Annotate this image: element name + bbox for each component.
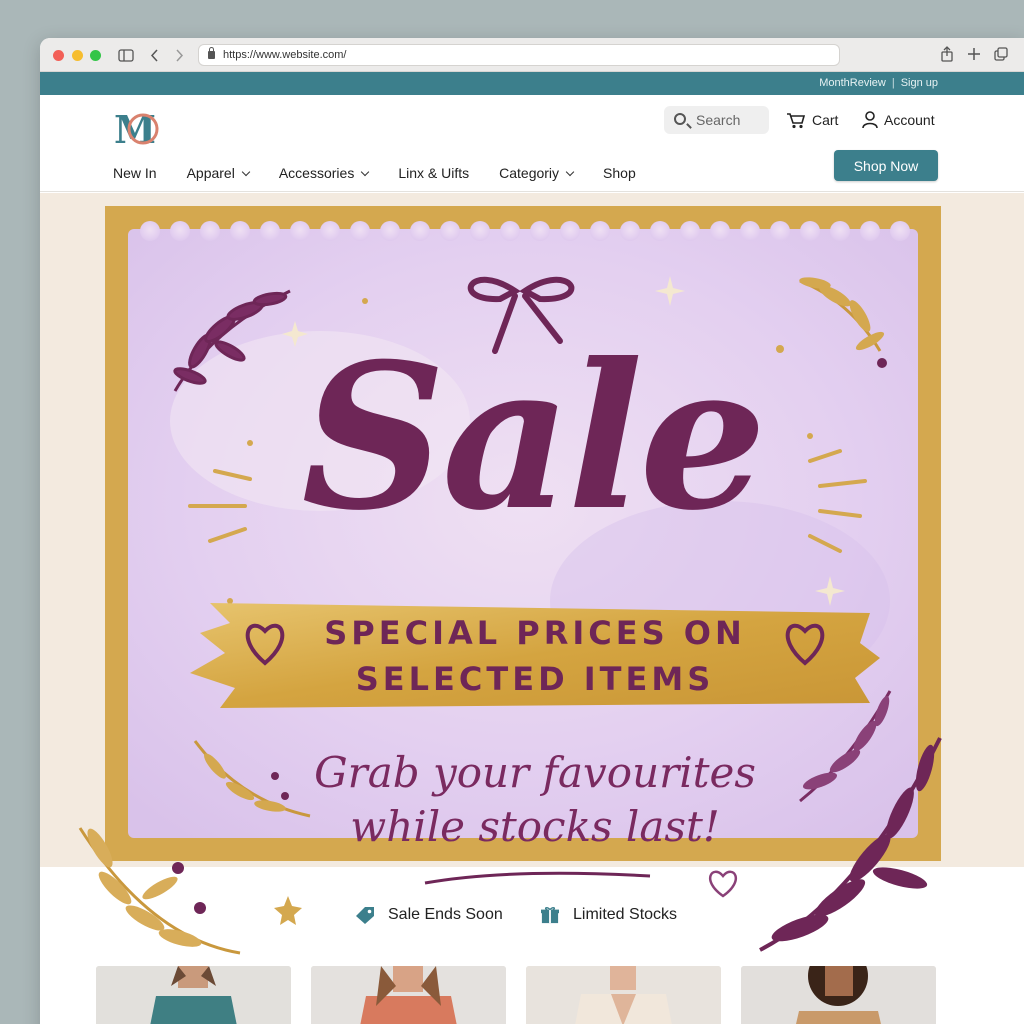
close-window-button[interactable] — [53, 50, 64, 61]
nav-item-category[interactable]: Categoriy — [499, 163, 575, 183]
account-button[interactable]: Account — [860, 106, 935, 134]
cart-button[interactable]: Cart — [786, 106, 838, 134]
lock-icon — [208, 47, 215, 59]
nav-item-apparel[interactable]: Apparel — [187, 163, 251, 183]
sidebar-icon[interactable] — [118, 49, 134, 62]
tabs-icon[interactable] — [994, 47, 1008, 61]
search-icon — [674, 113, 686, 125]
url-text: https://www.website.com/ — [223, 49, 347, 61]
account-label: Account — [884, 112, 935, 128]
new-tab-icon[interactable] — [968, 48, 980, 60]
product-image — [526, 966, 721, 1024]
cart-icon — [787, 113, 806, 129]
gift-icon — [541, 907, 559, 924]
signup-link[interactable]: Sign up — [901, 77, 938, 89]
share-icon[interactable] — [940, 46, 954, 62]
user-icon — [862, 111, 878, 129]
sale-ends-label: Sale Ends Soon — [388, 906, 503, 923]
main-nav: New In Apparel Accessories Linx & Uifts … — [113, 163, 666, 183]
address-bar[interactable]: https://www.website.com/ — [198, 44, 840, 66]
maximize-window-button[interactable] — [90, 50, 101, 61]
site-header: M Search Cart Account New In Apparel Acc… — [40, 95, 1024, 192]
brand-logo[interactable]: M — [113, 109, 163, 149]
utility-bar: MonthReview | Sign up — [40, 72, 1024, 95]
chevron-down-icon — [361, 167, 370, 177]
special-prices-line-1: SPECIAL PRICES ON — [324, 614, 746, 652]
product-image — [96, 966, 291, 1024]
search-placeholder: Search — [696, 112, 741, 128]
product-card[interactable] — [741, 966, 936, 1024]
tag-icon — [356, 907, 374, 924]
chevron-down-icon — [241, 167, 251, 177]
forward-icon[interactable] — [174, 49, 184, 62]
gold-brush-band — [190, 603, 880, 708]
info-row — [40, 867, 1024, 967]
search-input[interactable]: Search — [664, 106, 769, 134]
product-image — [311, 966, 506, 1024]
minimize-window-button[interactable] — [72, 50, 83, 61]
sale-ends-badge: Sale Ends Soon — [354, 904, 503, 926]
sale-title: Sale — [301, 320, 766, 555]
shop-now-button[interactable]: Shop Now — [834, 150, 938, 181]
limited-stocks-badge: Limited Stocks — [539, 904, 677, 926]
product-image — [741, 966, 936, 1024]
chevron-down-icon — [565, 167, 575, 177]
nav-item-accessories[interactable]: Accessories — [279, 163, 370, 183]
back-icon[interactable] — [150, 49, 160, 62]
product-card[interactable] — [311, 966, 506, 1024]
tagline-line-2: while stocks last! — [350, 802, 720, 851]
product-card[interactable] — [526, 966, 721, 1024]
product-card[interactable] — [96, 966, 291, 1024]
tagline-line-1: Grab your favourites — [314, 748, 756, 797]
svg-text:M: M — [114, 109, 156, 149]
nav-item-new-in[interactable]: New In — [113, 163, 157, 183]
product-grid — [96, 966, 936, 1024]
cart-label: Cart — [812, 112, 839, 128]
divider: | — [891, 77, 895, 89]
review-link[interactable]: MonthReview — [819, 77, 886, 89]
special-prices-line-2: SELECTED ITEMS — [355, 660, 715, 698]
limited-stocks-label: Limited Stocks — [573, 906, 678, 923]
browser-window: https://www.website.com/ MonthReview | Sig… — [40, 38, 1024, 1024]
browser-toolbar: https://www.website.com/ — [40, 38, 1024, 72]
nav-item-shop[interactable]: Shop — [603, 163, 636, 183]
nav-item-links-gifts[interactable]: Linx & Uifts — [398, 163, 469, 183]
